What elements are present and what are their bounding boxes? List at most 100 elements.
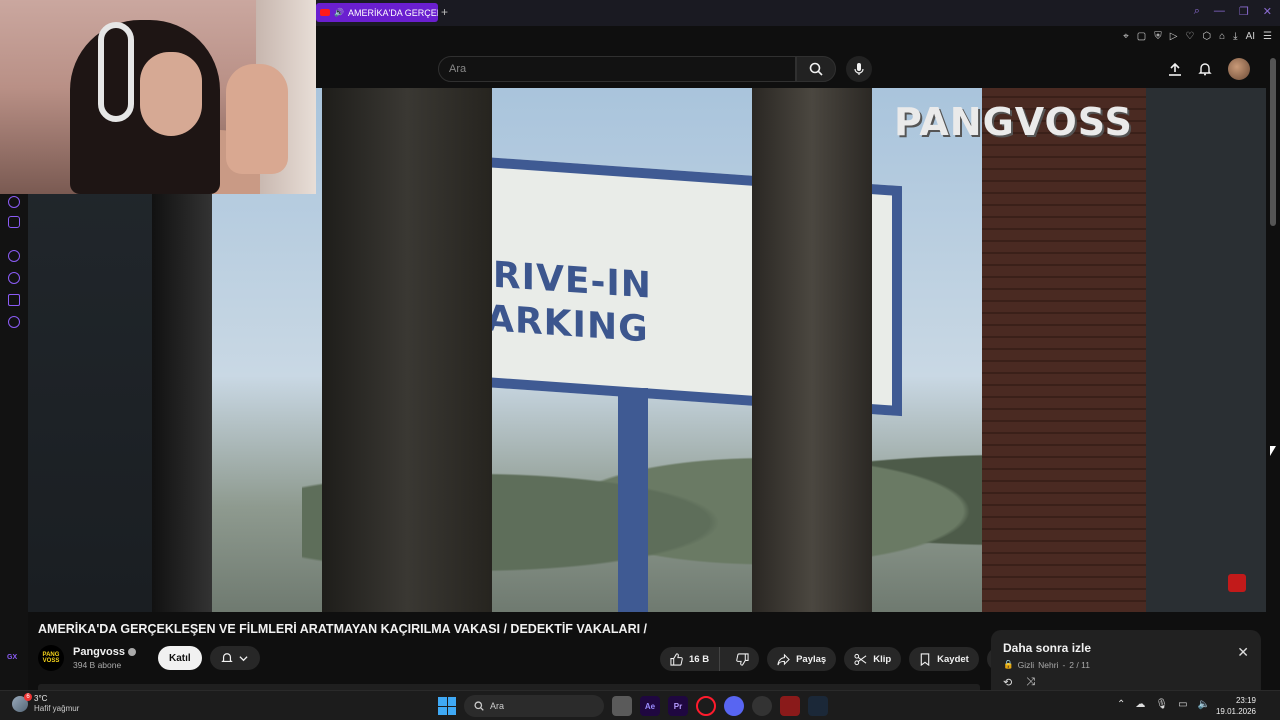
webcam-person-hand <box>226 64 288 174</box>
new-tab-button[interactable]: + <box>441 5 448 19</box>
opera-sidebar: GX <box>0 194 28 690</box>
search-button[interactable] <box>796 56 836 82</box>
playlist-controls: ⟲ ⤨ <box>1003 676 1035 689</box>
windows-start-icon[interactable] <box>438 697 456 715</box>
system-tray: ⌃ ☁ 🎙 ▭ 🔈 <box>1117 699 1210 710</box>
bookmark-icon <box>920 652 930 666</box>
video-letterbox-right <box>1146 88 1266 612</box>
history-icon[interactable] <box>8 272 20 284</box>
loop-icon[interactable]: ⟲ <box>1003 676 1012 689</box>
playlist-meta: 🔒 Gizli Nehri - 2 / 11 <box>1003 659 1090 670</box>
playlist-owner[interactable]: Nehri <box>1038 660 1058 670</box>
headset-icon <box>98 22 134 122</box>
shuffle-icon[interactable]: ⤨ <box>1026 676 1035 689</box>
search-input[interactable]: Ara <box>438 56 796 82</box>
share-button[interactable]: Paylaş <box>767 647 837 671</box>
network-icon[interactable]: ▭ <box>1178 699 1187 710</box>
file-explorer-icon[interactable] <box>612 696 632 716</box>
sign-pole <box>618 388 648 612</box>
subscription-bell-button[interactable] <box>209 646 260 670</box>
window-controls: ⌕ — ❐ ✕ <box>1194 5 1272 18</box>
channel-info: PANG VOSS Pangvoss 394 B abone Katıl <box>38 645 260 671</box>
account-avatar[interactable] <box>1228 58 1250 80</box>
player-icon[interactable] <box>8 250 20 262</box>
channel-avatar[interactable]: PANG VOSS <box>38 645 64 671</box>
premiere-icon[interactable]: Pr <box>668 696 688 716</box>
game-app-icon[interactable] <box>780 696 800 716</box>
extensions-icon[interactable]: ⬡ <box>1202 31 1211 42</box>
recorder-icon[interactable] <box>752 696 772 716</box>
tab-search-icon[interactable]: ⌕ <box>1194 5 1200 18</box>
maximize-button[interactable]: ❐ <box>1239 5 1249 18</box>
playlist-title[interactable]: Daha sonra izle <box>1003 641 1091 655</box>
dislike-button[interactable] <box>726 647 759 671</box>
video-actions: 16 B Paylaş Klip Kaydet ⋯ <box>660 647 1011 671</box>
close-playlist-button[interactable]: ✕ <box>1237 644 1249 661</box>
save-button[interactable]: Kaydet <box>909 647 979 671</box>
download-icon[interactable]: ⤓ <box>1233 31 1237 42</box>
separator: - <box>1062 659 1066 670</box>
channel-name[interactable]: Pangvoss <box>73 646 125 658</box>
youtube-header: Ara <box>316 50 1266 88</box>
weather-text: 3°C Hafif yağmur <box>34 694 79 714</box>
menu-icon[interactable]: ☰ <box>1263 31 1272 42</box>
save-label: Kaydet <box>937 653 969 665</box>
join-button[interactable]: Katıl <box>157 646 202 670</box>
extensions-sidebar-icon[interactable] <box>8 294 20 306</box>
weather-description: Hafif yağmur <box>34 704 80 713</box>
tab-title: AMERİKA'DA GERÇEKL <box>347 7 438 18</box>
taskbar-clock[interactable]: 23:19 19.01.2026 <box>1216 695 1256 717</box>
microphone-tray-icon[interactable]: 🎙 <box>1155 699 1168 710</box>
ai-button[interactable]: AI <box>1246 31 1255 42</box>
speaker-icon[interactable]: 🔊 <box>334 8 344 17</box>
clock-date: 19.01.2026 <box>1215 707 1256 716</box>
pin-icon[interactable]: ⌖ <box>1123 31 1129 42</box>
close-window-button[interactable]: ✕ <box>1263 5 1272 18</box>
heart-icon[interactable]: ♡ <box>1185 31 1194 42</box>
taskbar-search[interactable]: Ara <box>464 695 604 717</box>
thumbs-down-icon <box>736 652 749 666</box>
page-scrollbar[interactable] <box>1270 58 1276 226</box>
onedrive-icon[interactable]: ☁ <box>1135 699 1145 710</box>
browser-tab-active[interactable]: 🔊 AMERİKA'DA GERÇEKL <box>316 3 438 22</box>
like-button[interactable]: 16 B <box>660 647 721 671</box>
after-effects-icon[interactable]: Ae <box>640 696 660 716</box>
browser-toolbar: ⌖ ▢ ⛨ ▷ ♡ ⬡ ⌂ ⤓ AI ☰ <box>316 26 1280 50</box>
like-count: 16 B <box>689 653 710 665</box>
channel-text: Pangvoss 394 B abone <box>73 646 136 670</box>
webcam-person-face <box>140 52 202 136</box>
thumbs-up-icon <box>670 652 683 666</box>
shield-icon[interactable]: ⛨ <box>1154 31 1162 42</box>
instagram-icon[interactable] <box>8 196 20 208</box>
weather-widget[interactable]: 6 3°C Hafif yağmur <box>12 693 79 714</box>
channel-watermark: PANGVOSS <box>894 100 1133 144</box>
clip-button[interactable]: Klip <box>844 647 902 671</box>
minimize-button[interactable]: — <box>1214 5 1225 18</box>
play-icon[interactable]: ▷ <box>1170 31 1178 42</box>
microphone-icon <box>854 63 864 75</box>
taskbar-apps: Ara Ae Pr <box>438 695 828 717</box>
channel-badge-icon[interactable] <box>1228 574 1246 592</box>
upload-icon[interactable] <box>1168 62 1182 76</box>
voice-search-button[interactable] <box>846 56 872 82</box>
steam-icon[interactable] <box>808 696 828 716</box>
search-icon <box>809 62 823 76</box>
discord-icon[interactable] <box>8 216 20 228</box>
discord-taskbar-icon[interactable] <box>724 696 744 716</box>
scissors-icon <box>854 653 867 665</box>
wallet-icon[interactable]: ⌂ <box>1219 31 1225 42</box>
share-icon <box>777 653 790 665</box>
volume-icon[interactable]: 🔈 <box>1198 699 1210 710</box>
video-title: AMERİKA'DA GERÇEKLEŞEN VE FİLMLERİ ARATM… <box>38 622 648 636</box>
clock-time: 23:19 <box>1235 696 1256 705</box>
opera-gx-icon[interactable] <box>696 696 716 716</box>
snapshot-icon[interactable]: ▢ <box>1137 31 1146 42</box>
notifications-bell-icon[interactable] <box>1198 62 1212 76</box>
brick-wall <box>982 88 1146 612</box>
tray-expand-icon[interactable]: ⌃ <box>1117 699 1125 710</box>
youtube-favicon-icon <box>320 9 330 16</box>
lock-icon: 🔒 <box>1003 659 1014 669</box>
settings-icon[interactable] <box>8 316 20 328</box>
mouse-cursor-icon <box>1270 446 1276 456</box>
like-dislike-group: 16 B <box>660 647 760 671</box>
